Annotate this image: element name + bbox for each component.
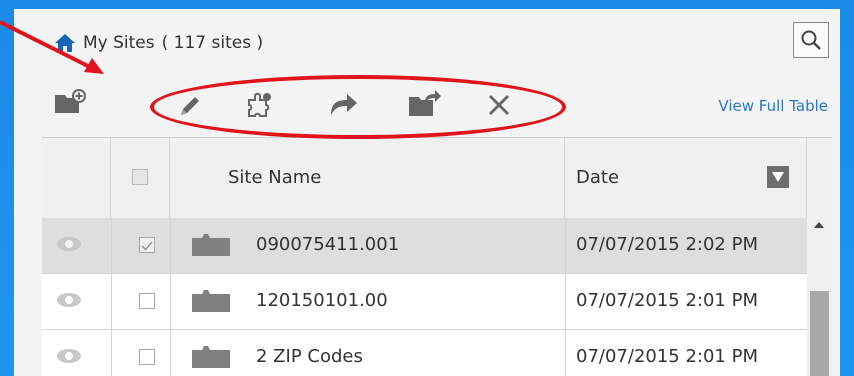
annotation-arrow-icon bbox=[0, 20, 104, 74]
